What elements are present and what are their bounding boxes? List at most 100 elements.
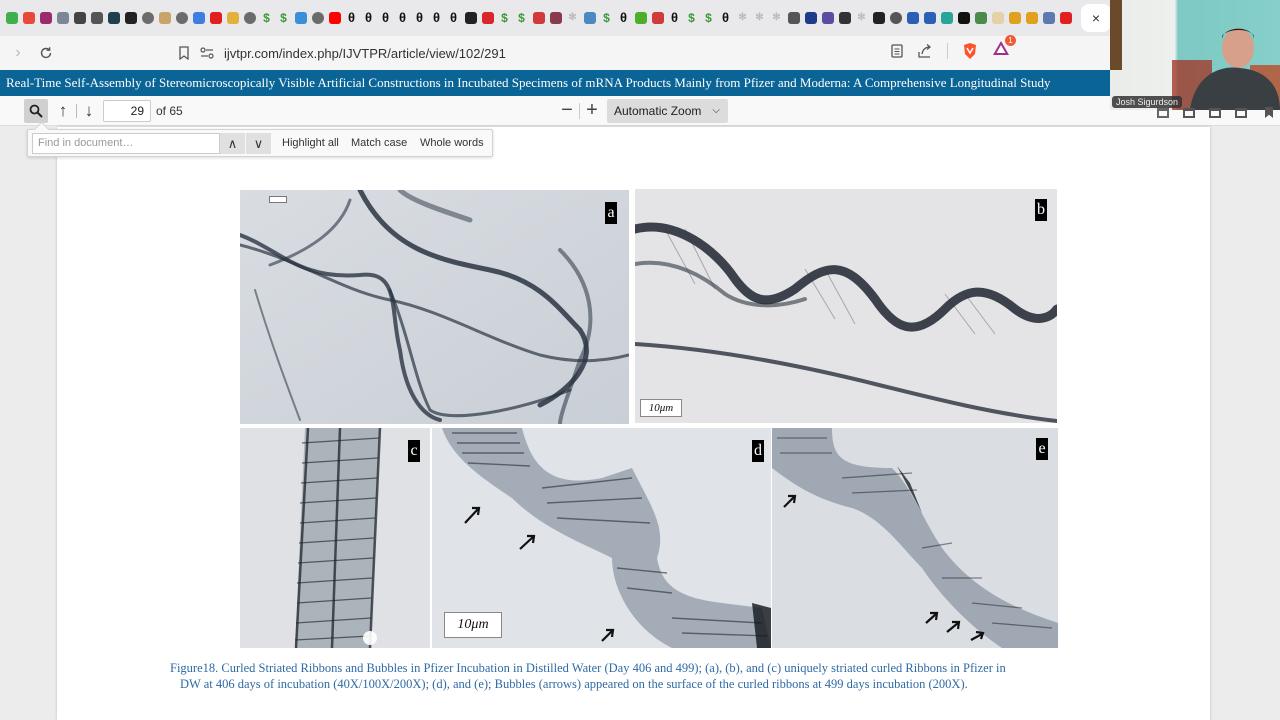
next-page-button[interactable]: ↓ (79, 100, 99, 122)
cow-favicon[interactable] (1059, 12, 1072, 24)
eye-favicon[interactable] (787, 12, 800, 24)
match-case-toggle[interactable]: Match case (351, 130, 407, 156)
circle-blue-favicon[interactable] (192, 12, 205, 24)
gof-favicon[interactable] (906, 12, 919, 24)
zoom-out-button[interactable]: − (557, 99, 577, 123)
flag-favicon[interactable] (821, 12, 834, 24)
webcam-video (1110, 0, 1280, 110)
previous-page-button[interactable]: ↑ (53, 100, 73, 122)
document-title-bar: Real-Time Self-Assembly of Stereomicrosc… (0, 70, 1110, 96)
shield-favicon[interactable] (1025, 12, 1038, 24)
webcam-overlay (1110, 0, 1280, 110)
presentation-icon[interactable] (1157, 108, 1169, 118)
s-red-favicon[interactable] (651, 12, 664, 24)
reader-mode-icon[interactable] (891, 43, 903, 58)
s-red-favicon[interactable] (532, 12, 545, 24)
chevron-down-icon: ⌵ (712, 105, 720, 116)
money-favicon[interactable]: $ (516, 12, 528, 24)
scale-bar-d: 10μm (444, 612, 502, 638)
money-favicon[interactable]: $ (499, 12, 511, 24)
share-icon[interactable] (917, 43, 933, 58)
play-red-favicon[interactable] (39, 12, 52, 24)
page-number-input[interactable]: 29 (103, 100, 151, 122)
print-icon[interactable] (1209, 108, 1221, 118)
money-favicon[interactable]: $ (601, 12, 613, 24)
notion-favicon[interactable] (957, 12, 970, 24)
fern-favicon[interactable]: ✻ (754, 12, 766, 24)
tree-favicon[interactable] (974, 12, 987, 24)
zoom-select[interactable]: Automatic Zoom ⌵ (607, 99, 728, 123)
theta-favicon[interactable]: θ (397, 11, 409, 24)
fern-favicon[interactable]: ✻ (567, 12, 579, 24)
fern-favicon[interactable]: ✻ (856, 12, 868, 24)
chevron-down-icon: ∨ (253, 136, 264, 151)
img-favicon[interactable] (549, 12, 562, 24)
find-input[interactable]: Find in document… (32, 133, 220, 154)
find-toggle-button[interactable] (24, 99, 48, 123)
open-file-icon[interactable] (1183, 108, 1195, 118)
theta-favicon[interactable]: θ (448, 11, 460, 24)
arrow-favicon[interactable] (90, 12, 103, 24)
download-icon[interactable] (1235, 108, 1247, 118)
play-favicon[interactable] (5, 12, 18, 24)
g-red-favicon[interactable] (481, 12, 494, 24)
whole-words-toggle[interactable]: Whole words (420, 130, 484, 156)
gof-favicon[interactable] (923, 12, 936, 24)
zoom-in-button[interactable]: + (582, 99, 602, 123)
theta-favicon[interactable]: θ (346, 11, 358, 24)
shield-favicon[interactable] (1008, 12, 1021, 24)
q-favicon[interactable] (940, 12, 953, 24)
ribbon-bubbles-image-2 (772, 428, 1058, 648)
map-favicon[interactable] (583, 12, 596, 24)
youtube-favicon[interactable] (328, 12, 341, 24)
theta-favicon[interactable]: θ (431, 11, 443, 24)
fern-favicon[interactable]: ✻ (737, 12, 749, 24)
rt-favicon[interactable] (634, 12, 647, 24)
knight-favicon[interactable] (872, 12, 885, 24)
theta-favicon[interactable]: θ (669, 11, 681, 24)
puzzle-favicon[interactable] (22, 12, 35, 24)
theta-favicon[interactable]: θ (720, 11, 732, 24)
active-tab-close-button[interactable]: × (1081, 4, 1110, 32)
forward-button[interactable]: › (4, 39, 32, 67)
bookmark-button[interactable] (170, 39, 198, 67)
figure-panel-d: d 10μm (432, 428, 771, 648)
brave-shields-icon[interactable] (962, 42, 978, 60)
mic-favicon[interactable] (209, 12, 222, 24)
globe-favicon[interactable] (311, 12, 324, 24)
mps-favicon[interactable] (158, 12, 171, 24)
rupee-favicon[interactable] (56, 12, 69, 24)
url-text[interactable]: ijvtpr.com/index.php/IJVTPR/article/view… (224, 46, 506, 61)
react-favicon[interactable] (107, 12, 120, 24)
reload-button[interactable] (32, 39, 60, 67)
globe-favicon[interactable] (243, 12, 256, 24)
theta-favicon[interactable]: θ (380, 11, 392, 24)
re-favicon[interactable] (804, 12, 817, 24)
theta-favicon[interactable]: θ (618, 11, 630, 24)
pdf-viewer[interactable]: a b 10μm c d 10μm e Figure18. Curled Str… (0, 127, 1280, 720)
globe-favicon[interactable] (175, 12, 188, 24)
money-favicon[interactable]: $ (261, 12, 273, 24)
money-favicon[interactable]: $ (686, 12, 698, 24)
chat-favicon[interactable] (226, 12, 239, 24)
scale-bar-b: 10μm (640, 399, 682, 417)
highlight-all-toggle[interactable]: Highlight all (282, 130, 339, 156)
dash-favicon[interactable] (73, 12, 86, 24)
theta-favicon[interactable]: θ (414, 11, 426, 24)
fern-favicon[interactable]: ✻ (771, 12, 783, 24)
m-favicon[interactable] (464, 12, 477, 24)
site-settings-icon[interactable] (200, 47, 214, 59)
find-previous-button[interactable]: ∧ (220, 133, 245, 154)
globe-favicon[interactable] (141, 12, 154, 24)
life-favicon[interactable] (294, 12, 307, 24)
money-favicon[interactable]: $ (703, 12, 715, 24)
hand-favicon[interactable] (991, 12, 1004, 24)
dot-favicon[interactable] (124, 12, 137, 24)
bnc-favicon[interactable] (1042, 12, 1055, 24)
money-favicon[interactable]: $ (278, 12, 290, 24)
globe-favicon[interactable] (889, 12, 902, 24)
theta-favicon[interactable]: θ (363, 11, 375, 24)
pin-favicon[interactable] (838, 12, 851, 24)
find-next-button[interactable]: ∨ (246, 133, 271, 154)
brave-rewards-button[interactable]: 1 (992, 35, 1016, 61)
